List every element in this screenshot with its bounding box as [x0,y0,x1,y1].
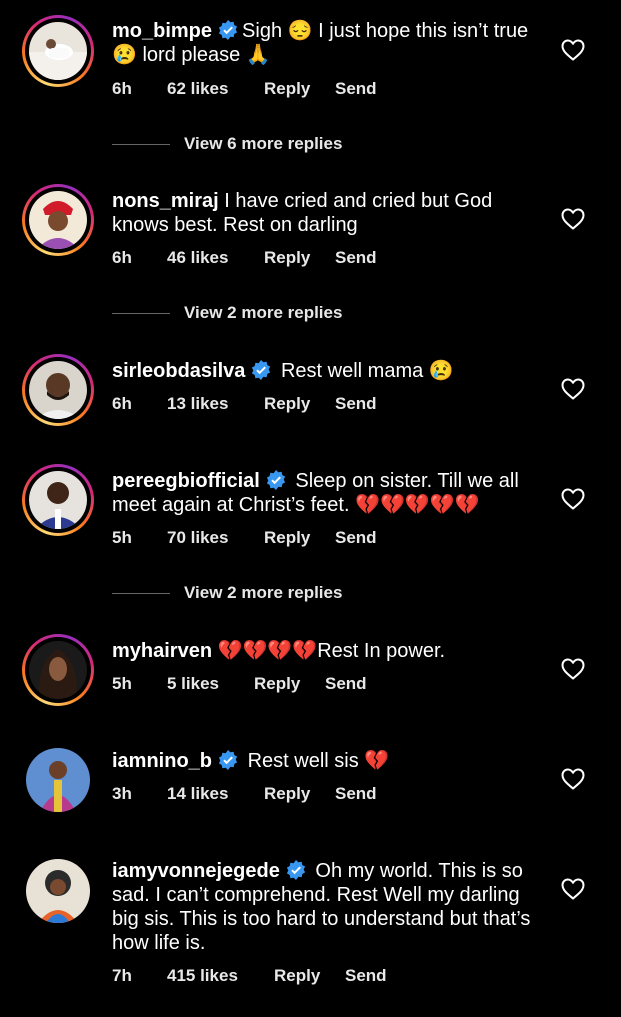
reply-button[interactable]: Reply [254,674,300,694]
avatar-story-ring[interactable] [22,184,94,256]
avatar-wrapper[interactable] [22,744,94,816]
verified-badge-icon [218,20,238,40]
heart-icon[interactable] [561,768,585,790]
avatar [29,641,87,699]
comment-username[interactable]: myhairven [112,640,212,662]
verified-badge-icon [218,750,238,770]
view-more-replies-label[interactable]: View 6 more replies [184,134,342,154]
send-button[interactable]: Send [335,784,377,804]
likes-count[interactable]: 415 likes [167,966,238,986]
likes-count[interactable]: 5 likes [167,674,219,694]
comment-username[interactable]: pereegbiofficial [112,470,260,492]
comment-body: myhairven 💔💔💔💔Rest In power. [112,639,542,663]
send-button[interactable]: Send [335,528,377,548]
likes-count[interactable]: 46 likes [167,248,228,268]
comment-username[interactable]: iamyvonnejegede [112,860,280,882]
likes-count[interactable]: 14 likes [167,784,228,804]
heart-icon[interactable] [561,488,585,510]
heart-icon[interactable] [561,878,585,900]
heart-icon[interactable] [561,378,585,400]
send-button[interactable]: Send [325,674,367,694]
send-button[interactable]: Send [335,394,377,414]
avatar-story-ring[interactable] [22,634,94,706]
comment-body: iamnino_b Rest well sis 💔 [112,749,542,773]
send-button[interactable]: Send [345,966,387,986]
reply-button[interactable]: Reply [274,966,320,986]
reply-button[interactable]: Reply [264,248,310,268]
comment-time: 6h [112,79,132,98]
comment-time: 7h [112,966,132,985]
heart-icon[interactable] [561,39,585,61]
comment-body: iamyvonnejegede Oh my world. This is so … [112,859,542,955]
avatar [29,471,87,529]
likes-count[interactable]: 13 likes [167,394,228,414]
verified-badge-icon [286,860,306,880]
comment-body: pereegbiofficial Sleep on sister. Till w… [112,469,542,517]
divider [112,144,170,145]
divider [112,593,170,594]
comment-time: 5h [112,674,132,693]
comment-text: 💔💔💔💔Rest In power. [217,640,446,662]
comment-time: 6h [112,248,132,267]
avatar-wrapper[interactable] [22,855,94,927]
comment-username[interactable]: nons_miraj [112,190,219,212]
avatar [26,859,90,923]
comment-time: 3h [112,784,132,803]
comment-body: nons_miraj I have cried and cried but Go… [112,189,542,237]
comment-username[interactable]: iamnino_b [112,750,212,772]
comment-time: 5h [112,528,132,547]
avatar-story-ring[interactable] [22,464,94,536]
avatar [29,191,87,249]
avatar [29,361,87,419]
verified-badge-icon [266,470,286,490]
comment-text: Rest well sis 💔 [247,750,390,772]
comment-username[interactable]: sirleobdasilva [112,360,245,382]
reply-button[interactable]: Reply [264,528,310,548]
heart-icon[interactable] [561,658,585,680]
divider [112,313,170,314]
comment-text: Rest well mama 😢 [280,360,454,382]
avatar-story-ring[interactable] [22,354,94,426]
send-button[interactable]: Send [335,79,377,99]
send-button[interactable]: Send [335,248,377,268]
heart-icon[interactable] [561,208,585,230]
comment-body: mo_bimpe Sigh 😔 I just hope this isn’t tr… [112,19,542,67]
comment-body: sirleobdasilva Rest well mama 😢 [112,359,542,383]
likes-count[interactable]: 62 likes [167,79,228,99]
comment-time: 6h [112,394,132,413]
view-more-replies-label[interactable]: View 2 more replies [184,583,342,603]
verified-badge-icon [251,360,271,380]
likes-count[interactable]: 70 likes [167,528,228,548]
view-more-replies-label[interactable]: View 2 more replies [184,303,342,323]
avatar [26,748,90,812]
avatar-story-ring[interactable] [22,15,94,87]
reply-button[interactable]: Reply [264,784,310,804]
comment-username[interactable]: mo_bimpe [112,20,212,42]
avatar [29,22,87,80]
reply-button[interactable]: Reply [264,79,310,99]
reply-button[interactable]: Reply [264,394,310,414]
